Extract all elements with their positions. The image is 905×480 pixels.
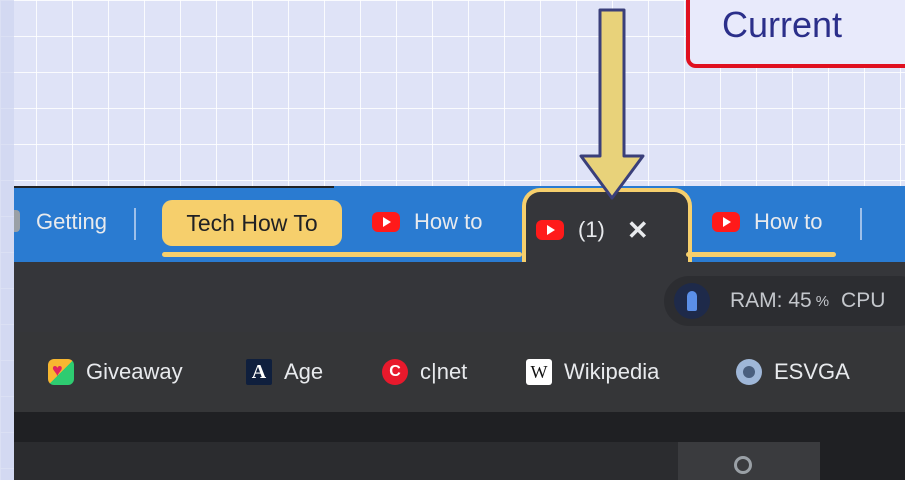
active-tab-content: (1) ✕ [536,204,649,256]
current-callout-text: Current [722,4,843,45]
tab-label: How to [414,209,483,234]
bookmark-wikipedia[interactable]: W Wikipedia [526,354,659,390]
tab-how-to[interactable]: How to [372,196,508,248]
tab-how-to-2[interactable]: How to [712,196,852,248]
bookmark-age[interactable]: A Age [246,354,323,390]
close-icon[interactable]: ✕ [627,215,649,246]
search-icon [734,456,752,474]
tab-favicon [14,210,20,232]
tab-label: How to [754,209,823,234]
esvga-icon [736,359,762,385]
tab-separator [134,208,136,240]
browser-window: Getting Tech How To How to (1) ✕ How to [14,186,905,480]
tab-label: Getting [36,209,107,234]
cpu-label: CPU [841,289,886,312]
tab-group-chip[interactable]: Tech How To [162,200,342,246]
bookmark-label: Wikipedia [564,359,660,384]
tab-separator [860,208,862,240]
bookmark-label: c|net [420,359,468,384]
ram-usage-widget[interactable]: RAM: 45 % CPU [664,276,905,326]
giveaway-icon [48,359,74,385]
rocket-icon [674,283,710,319]
tab-active[interactable]: (1) ✕ [522,188,692,268]
bookmark-esvga[interactable]: ESVGA [736,354,850,390]
tab-group-underline [686,252,836,257]
age-icon: A [246,359,272,385]
bookmark-label: Age [284,359,324,384]
bookmark-label: ESVGA [774,359,850,384]
cnet-icon: C [382,359,408,385]
youtube-icon [536,220,564,240]
tab-strip-edge [14,186,334,188]
ram-percent: % [815,292,830,310]
tab-group-underline [162,252,522,257]
tab-label: (1) [578,217,605,242]
tab-group-label: Tech How To [186,209,318,236]
youtube-icon [712,212,740,232]
bookmark-label: Giveaway [86,359,183,384]
pointer-arrow-icon [579,8,645,200]
bookmark-cnet[interactable]: C c|net [382,354,467,390]
tab-getting[interactable]: Getting [36,196,128,248]
tab-strip: Getting Tech How To How to (1) ✕ How to [14,186,905,268]
background-left-strip [0,0,14,480]
ram-label: RAM: 45 [730,289,812,312]
wikipedia-icon: W [526,359,552,385]
youtube-icon [372,212,400,232]
bookmark-giveaway[interactable]: Giveaway [48,354,183,390]
